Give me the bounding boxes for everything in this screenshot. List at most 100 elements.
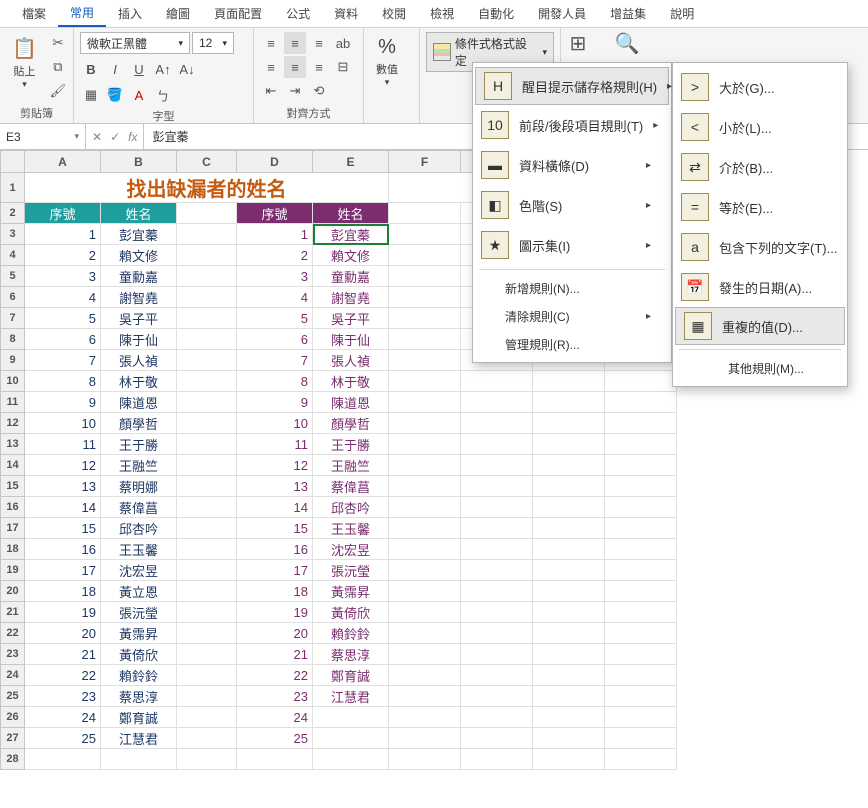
cell[interactable]: 黃霈昇 — [313, 581, 389, 602]
tab-檢視[interactable]: 檢視 — [418, 1, 466, 26]
cell[interactable]: 10 — [237, 413, 313, 434]
cell[interactable]: 張人禎 — [313, 350, 389, 371]
row-header[interactable]: 26 — [1, 707, 25, 728]
cell[interactable]: 8 — [237, 371, 313, 392]
align-middle-icon[interactable]: ≡ — [284, 32, 306, 54]
tab-常用[interactable]: 常用 — [58, 0, 106, 27]
row-header[interactable]: 22 — [1, 623, 25, 644]
cell[interactable]: 賴文修 — [101, 245, 177, 266]
cell[interactable]: 王玉馨 — [313, 518, 389, 539]
merge-icon[interactable]: ⊟ — [332, 56, 354, 78]
cell[interactable]: 23 — [25, 686, 101, 707]
header-cell[interactable]: 姓名 — [313, 203, 389, 224]
cell[interactable]: 邱杏吟 — [313, 497, 389, 518]
cell[interactable]: 張沅瑩 — [313, 560, 389, 581]
find-icon[interactable]: 🔍 — [616, 32, 638, 54]
cell[interactable]: 賴文修 — [313, 245, 389, 266]
insert-cells-icon[interactable]: ⊞ — [567, 32, 589, 54]
align-bottom-icon[interactable]: ≡ — [308, 32, 330, 54]
tab-說明[interactable]: 說明 — [658, 1, 706, 26]
row-header[interactable]: 9 — [1, 350, 25, 371]
align-left-icon[interactable]: ≡ — [260, 56, 282, 78]
font-name-select[interactable]: 微軟正黑體▾ — [80, 32, 190, 54]
phonetic-button[interactable]: ㄅ — [152, 84, 174, 106]
row-header[interactable]: 23 — [1, 644, 25, 665]
name-box[interactable]: E3▾ — [0, 124, 86, 149]
font-color-button[interactable]: A — [128, 84, 150, 106]
row-header[interactable]: 19 — [1, 560, 25, 581]
cell[interactable]: 21 — [25, 644, 101, 665]
cell[interactable]: 17 — [237, 560, 313, 581]
header-cell[interactable]: 序號 — [25, 203, 101, 224]
cell[interactable]: 12 — [25, 455, 101, 476]
decrease-indent-icon[interactable]: ⇤ — [260, 80, 282, 102]
menu-item[interactable]: =等於(E)... — [673, 187, 847, 227]
cell[interactable]: 9 — [25, 392, 101, 413]
wrap-text-icon[interactable]: ab — [332, 32, 354, 54]
cell[interactable]: 鄭育誠 — [313, 665, 389, 686]
cell[interactable]: 8 — [25, 371, 101, 392]
tab-繪圖[interactable]: 繪圖 — [154, 1, 202, 26]
row-header[interactable]: 24 — [1, 665, 25, 686]
cell[interactable]: 王融竺 — [313, 455, 389, 476]
menu-item[interactable]: ▦重複的值(D)... — [675, 307, 845, 345]
cell[interactable]: 王融竺 — [101, 455, 177, 476]
cell[interactable] — [313, 728, 389, 749]
col-header-F[interactable]: F — [389, 151, 461, 173]
cell[interactable]: 21 — [237, 644, 313, 665]
cell[interactable]: 2 — [25, 245, 101, 266]
tab-開發人員[interactable]: 開發人員 — [526, 1, 598, 26]
align-right-icon[interactable]: ≡ — [308, 56, 330, 78]
cell[interactable]: 王玉馨 — [101, 539, 177, 560]
cell[interactable]: 蔡思淳 — [313, 644, 389, 665]
row-header[interactable]: 21 — [1, 602, 25, 623]
cell[interactable]: 14 — [25, 497, 101, 518]
bold-button[interactable]: B — [80, 58, 102, 80]
cell[interactable]: 1 — [237, 224, 313, 245]
fx-icon[interactable]: fx — [128, 130, 137, 144]
cell[interactable]: 黃倚欣 — [313, 602, 389, 623]
cell[interactable]: 蔡偉菖 — [101, 497, 177, 518]
cell[interactable]: 江慧君 — [101, 728, 177, 749]
border-button[interactable]: ▦ — [80, 84, 102, 106]
cell[interactable]: 11 — [25, 434, 101, 455]
cell[interactable]: 蔡偉菖 — [313, 476, 389, 497]
cell[interactable]: 20 — [25, 623, 101, 644]
cell[interactable]: 蔡明娜 — [101, 476, 177, 497]
cell[interactable]: 11 — [237, 434, 313, 455]
col-header-C[interactable]: C — [177, 151, 237, 173]
paste-button[interactable]: 📋 貼上 ▾ — [6, 32, 43, 94]
cell[interactable]: 張沅瑩 — [101, 602, 177, 623]
cell[interactable]: 23 — [237, 686, 313, 707]
cell[interactable]: 13 — [237, 476, 313, 497]
cell[interactable]: 謝智堯 — [101, 287, 177, 308]
menu-item[interactable]: ◧色階(S)▸ — [473, 185, 671, 225]
header-cell[interactable]: 姓名 — [101, 203, 177, 224]
tab-插入[interactable]: 插入 — [106, 1, 154, 26]
increase-indent-icon[interactable]: ⇥ — [284, 80, 306, 102]
row-header[interactable]: 18 — [1, 539, 25, 560]
cell[interactable]: 林于敬 — [101, 371, 177, 392]
decrease-font-icon[interactable]: A↓ — [176, 58, 198, 80]
tab-頁面配置[interactable]: 頁面配置 — [202, 1, 274, 26]
tab-資料[interactable]: 資料 — [322, 1, 370, 26]
menu-item[interactable]: 10前段/後段項目規則(T)▸ — [473, 105, 671, 145]
number-format-button[interactable]: % 數值 ▾ — [370, 32, 404, 92]
row-header[interactable]: 1 — [1, 173, 25, 203]
cell[interactable]: 16 — [25, 539, 101, 560]
col-header-A[interactable]: A — [25, 151, 101, 173]
font-size-select[interactable]: 12▾ — [192, 32, 234, 54]
align-top-icon[interactable]: ≡ — [260, 32, 282, 54]
cell[interactable]: 謝智堯 — [313, 287, 389, 308]
cell[interactable]: 張人禎 — [101, 350, 177, 371]
row-header[interactable]: 4 — [1, 245, 25, 266]
menu-item[interactable]: ★圖示集(I)▸ — [473, 225, 671, 265]
cell[interactable]: 1 — [25, 224, 101, 245]
cell[interactable]: 陳于仙 — [101, 329, 177, 350]
row-header[interactable]: 3 — [1, 224, 25, 245]
row-header[interactable]: 11 — [1, 392, 25, 413]
row-header[interactable]: 25 — [1, 686, 25, 707]
tab-公式[interactable]: 公式 — [274, 1, 322, 26]
cell[interactable]: 18 — [237, 581, 313, 602]
row-header[interactable]: 14 — [1, 455, 25, 476]
